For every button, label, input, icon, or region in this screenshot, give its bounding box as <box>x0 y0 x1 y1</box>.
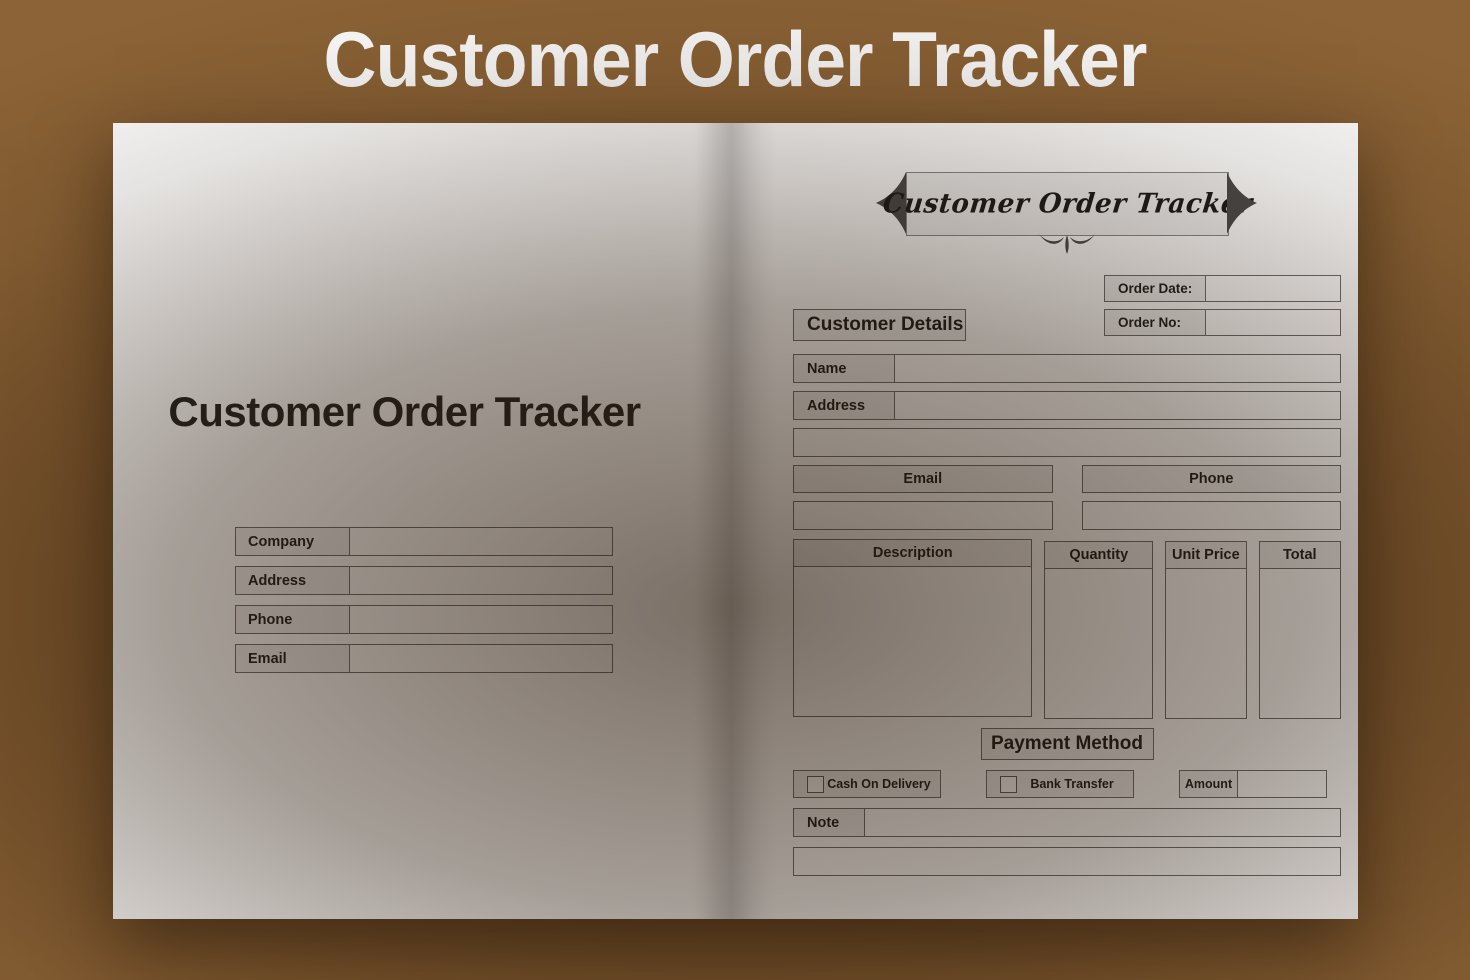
customer-fields-block: Name Address Email Phone Description Qua… <box>793 354 1342 876</box>
page-title: Customer Order Tracker <box>323 15 1148 103</box>
label-amount: Amount <box>1179 770 1238 798</box>
banner-plate: Customer Order Tracker <box>881 172 1254 236</box>
payment-options-row: Cash On Delivery Bank Transfer Amount <box>793 770 1341 798</box>
form-row-order-date: Order Date: <box>1104 275 1341 302</box>
input-phone[interactable] <box>350 605 613 634</box>
banner-right-wing-icon <box>1227 172 1257 234</box>
payment-method-heading: Payment Method <box>980 728 1154 760</box>
form-row-order-no: Order No: <box>1104 309 1341 336</box>
label-email: Email <box>235 644 350 673</box>
table-column-unit-price: Unit Price <box>1165 541 1247 719</box>
checkbox-bank-transfer[interactable] <box>1000 775 1017 793</box>
label-email: Email <box>793 465 1053 493</box>
input-company[interactable] <box>350 527 613 556</box>
label-address: Address <box>793 391 895 420</box>
right-page: Customer Order Tracker Order Date: Order… <box>775 123 1358 919</box>
contact-pair-block: Email Phone <box>793 465 1341 530</box>
banner-header: Customer Order Tracker <box>775 163 1358 255</box>
contact-phone-column: Phone <box>1081 465 1341 530</box>
input-amount[interactable] <box>1238 770 1327 798</box>
form-row-name: Name <box>793 354 1341 383</box>
left-company-form: Company Address Phone Email <box>235 527 613 683</box>
banner-ornament-icon <box>1037 233 1097 257</box>
column-header-quantity: Quantity <box>1045 542 1153 569</box>
open-book-mockup: Customer Order Tracker Company Address P… <box>113 123 1358 919</box>
items-table: Description Quantity Unit Price Total <box>793 539 1342 719</box>
form-row-address: Address <box>793 391 1341 420</box>
input-phone[interactable] <box>1081 501 1341 530</box>
form-row-phone: Phone <box>235 605 613 634</box>
label-name: Name <box>793 354 895 383</box>
payment-option-bank-transfer[interactable]: Bank Transfer <box>986 770 1134 798</box>
column-header-unit-price: Unit Price <box>1166 542 1246 569</box>
customer-details-heading: Customer Details <box>793 309 966 341</box>
form-row-note: Note <box>793 808 1341 837</box>
input-order-date[interactable] <box>1206 275 1341 302</box>
label-order-no: Order No: <box>1104 309 1206 336</box>
input-note-overflow[interactable] <box>793 847 1341 876</box>
input-name[interactable] <box>895 354 1341 383</box>
input-address[interactable] <box>350 566 613 595</box>
table-column-total: Total <box>1258 541 1342 719</box>
order-info-block: Order Date: Order No: <box>1104 275 1341 343</box>
label-cash-on-delivery: Cash On Delivery <box>827 777 931 791</box>
input-order-no[interactable] <box>1206 309 1341 336</box>
poster-canvas: Customer Order Tracker Customer Order Tr… <box>0 0 1470 980</box>
table-body-quantity[interactable] <box>1045 569 1153 718</box>
table-column-quantity: Quantity <box>1044 541 1154 719</box>
input-address-overflow[interactable] <box>793 428 1341 457</box>
label-note: Note <box>793 808 865 837</box>
payment-option-cash-on-delivery[interactable]: Cash On Delivery <box>793 770 941 798</box>
book-spine-gutter <box>690 123 780 919</box>
table-column-description: Description <box>793 539 1033 717</box>
left-page: Customer Order Tracker Company Address P… <box>113 123 696 919</box>
left-page-title: Customer Order Tracker <box>168 388 641 435</box>
label-phone: Phone <box>1081 465 1341 493</box>
amount-field: Amount <box>1179 770 1327 798</box>
form-row-company: Company <box>235 527 613 556</box>
banner-title: Customer Order Tracker <box>881 188 1254 220</box>
label-phone: Phone <box>235 605 350 634</box>
input-email[interactable] <box>793 501 1053 530</box>
label-bank-transfer: Bank Transfer <box>1030 777 1114 791</box>
form-row-address: Address <box>235 566 613 595</box>
label-company: Company <box>235 527 350 556</box>
checkbox-cash-on-delivery[interactable] <box>807 775 824 793</box>
form-row-email: Email <box>235 644 613 673</box>
column-header-description: Description <box>794 540 1032 567</box>
table-body-unit-price[interactable] <box>1166 569 1246 718</box>
column-header-total: Total <box>1259 542 1341 569</box>
label-address: Address <box>235 566 350 595</box>
input-address[interactable] <box>895 391 1341 420</box>
input-note[interactable] <box>865 808 1341 837</box>
input-email[interactable] <box>350 644 613 673</box>
label-order-date: Order Date: <box>1104 275 1206 302</box>
table-body-total[interactable] <box>1259 569 1341 718</box>
table-body-description[interactable] <box>794 567 1032 716</box>
contact-email-column: Email <box>793 465 1053 530</box>
